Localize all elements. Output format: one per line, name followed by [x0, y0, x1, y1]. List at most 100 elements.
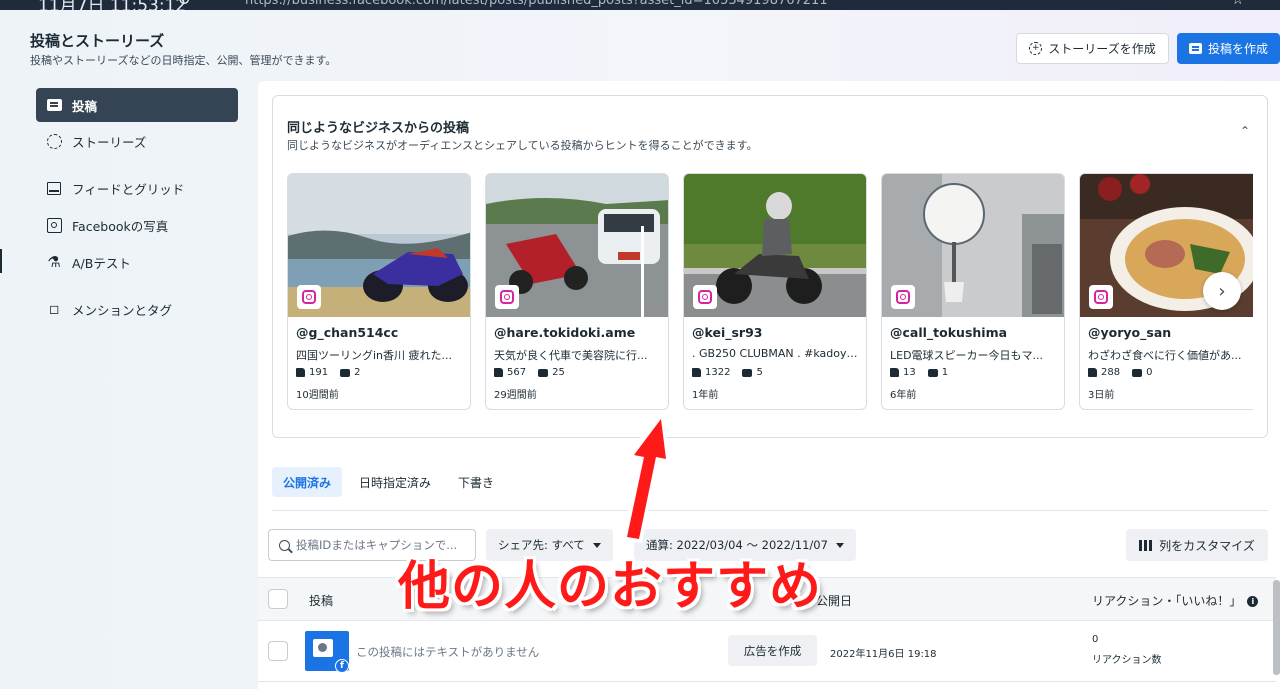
tabs-divider — [272, 510, 1268, 511]
row-reaction-label: リアクション数 — [1092, 655, 1162, 666]
like-icon — [692, 368, 701, 377]
bookmark-star-icon[interactable]: ☆ — [1231, 0, 1244, 8]
chevron-right-icon: › — [1218, 280, 1226, 302]
browser-toolbar: 11月7日 11:53:12 ↻ https://business.facebo… — [0, 0, 1280, 10]
like-icon — [890, 368, 899, 377]
instagram-icon — [891, 285, 915, 309]
sidebar-item-label: フィードとグリッド — [72, 181, 185, 197]
inspiration-post-card[interactable]: @call_tokushima LED電球スピーカー今日もマ... 13 1 6… — [881, 173, 1065, 410]
carousel-next-button[interactable]: › — [1203, 272, 1241, 310]
tag-icon: ◇ — [43, 298, 65, 320]
address-bar[interactable]: https://business.facebook.com/latest/pos… — [245, 0, 828, 8]
post-stats: 567 25 — [494, 367, 565, 378]
feed-icon — [46, 180, 62, 196]
info-icon[interactable]: i — [1247, 596, 1259, 607]
post-stats: 288 0 — [1088, 367, 1152, 378]
annotation-caption: 他の人のおすすめ — [398, 557, 823, 617]
row-published-date: 2022年11月6日 19:18 — [830, 649, 937, 660]
post-age: 1年前 — [692, 390, 719, 401]
facebook-icon: f — [335, 659, 349, 673]
comment-icon — [1132, 368, 1143, 377]
reload-icon[interactable]: ↻ — [176, 0, 192, 9]
comment-icon — [538, 368, 549, 377]
post-caption: . GB250 CLUBMAN . #kadoya ... — [692, 347, 860, 360]
comment-icon — [927, 368, 938, 377]
comment-count: 1 — [941, 367, 949, 378]
sidebar-item-label: Facebookの写真 — [72, 218, 169, 234]
inspiration-post-card[interactable]: @kei_sr93 . GB250 CLUBMAN . #kadoya ... … — [683, 173, 867, 410]
sidebar-item-label: メンションとタグ — [72, 302, 173, 318]
comment-count: 0 — [1146, 367, 1153, 378]
post-caption: 天気が良く代車で美容院に行... — [494, 349, 648, 362]
like-count: 567 — [507, 367, 527, 378]
post-username: @hare.tokidoki.ame — [494, 325, 636, 340]
story-plus-icon: + — [1029, 42, 1043, 55]
column-header-reactions[interactable]: リアクション・「いいね！」 i — [1092, 592, 1259, 609]
post-age: 10週間前 — [296, 390, 339, 401]
scrollbar-thumb[interactable] — [1273, 580, 1280, 675]
sidebar-item-posts[interactable]: 投稿 — [36, 88, 238, 122]
inspiration-post-card[interactable]: @g_chan514cc 四国ツーリングin香川 疲れた... 191 2 10… — [287, 173, 471, 410]
search-icon — [279, 539, 290, 551]
flask-icon: ⚗ — [47, 252, 61, 271]
post-username: @kei_sr93 — [692, 325, 763, 340]
sidebar-item-feed-grid[interactable]: フィードとグリッド — [36, 171, 238, 205]
carousel-edge — [1253, 173, 1267, 413]
post-caption: LED電球スピーカー今日もマ... — [890, 349, 1044, 362]
reactions-header-label: リアクション・「いいね！」 — [1092, 594, 1242, 608]
annotation-arrow — [622, 409, 670, 543]
post-icon — [1188, 43, 1202, 54]
select-all-checkbox[interactable] — [268, 589, 288, 609]
sidebar-item-label: ストーリーズ — [72, 134, 147, 150]
post-icon — [46, 97, 62, 113]
comment-icon — [340, 368, 351, 377]
comment-count: 2 — [354, 367, 361, 378]
like-count: 191 — [309, 367, 329, 378]
inspiration-post-card[interactable]: @hare.tokidoki.ame 天気が良く代車で美容院に行... 567 … — [485, 173, 669, 410]
photo-icon — [46, 217, 62, 233]
tab-scheduled[interactable]: 日時指定済み — [350, 467, 440, 497]
caret-down-icon — [835, 542, 844, 548]
comment-icon — [742, 368, 753, 377]
clock-text: 11月7日 11:53:12 — [38, 0, 187, 10]
instagram-icon — [297, 285, 321, 309]
post-stats: 13 1 — [890, 367, 948, 378]
image-icon — [313, 639, 333, 657]
post-username: @g_chan514cc — [296, 325, 399, 340]
sidebar-item-ab-test[interactable]: ⚗ A/Bテスト — [36, 245, 238, 279]
inspiration-subtitle: 同じようなビジネスがオーディエンスとシェアしている投稿からヒントを得ることができ… — [287, 139, 758, 152]
sidebar-item-facebook-photos[interactable]: Facebookの写真 — [36, 208, 238, 242]
like-count: 13 — [903, 367, 916, 378]
comment-count: 25 — [552, 367, 565, 378]
customize-columns-button[interactable]: 列をカスタマイズ — [1126, 529, 1268, 561]
sidebar-item-mentions-tags[interactable]: ◇ メンションとタグ — [36, 292, 238, 326]
post-age: 3日前 — [1088, 390, 1115, 401]
tab-drafts[interactable]: 下書き — [448, 467, 504, 497]
sidebar-edge-marker — [0, 249, 2, 273]
post-stats: 191 2 — [296, 367, 360, 378]
post-caption: 四国ツーリングin香川 疲れた... — [296, 349, 453, 362]
post-stats: 1322 5 — [692, 367, 763, 378]
story-icon — [46, 133, 62, 149]
row-divider — [258, 681, 1276, 682]
chevron-up-icon[interactable]: ⌃ — [1238, 124, 1252, 138]
post-username: @yoryo_san — [1088, 325, 1172, 340]
instagram-icon — [495, 285, 519, 309]
columns-icon — [1139, 539, 1153, 551]
row-checkbox[interactable] — [268, 641, 288, 661]
create-post-button[interactable]: 投稿を作成 — [1177, 33, 1280, 64]
post-caption: わざわざ食べに行く価値があ... — [1088, 349, 1242, 362]
tab-published[interactable]: 公開済み — [272, 467, 342, 497]
page-title: 投稿とストーリーズ — [30, 32, 165, 50]
like-icon — [1088, 368, 1097, 377]
instagram-icon — [1089, 285, 1113, 309]
sidebar-item-label: A/Bテスト — [72, 255, 131, 271]
sidebar-item-stories[interactable]: ストーリーズ — [36, 124, 238, 158]
create-story-label: ストーリーズを作成 — [1048, 42, 1156, 56]
column-header-post[interactable]: 投稿 — [309, 592, 333, 609]
instagram-icon — [693, 285, 717, 309]
row-post-text[interactable]: この投稿にはテキストがありません — [356, 644, 539, 660]
sidebar-item-label: 投稿 — [72, 98, 98, 114]
create-ad-button[interactable]: 広告を作成 — [728, 635, 817, 666]
create-story-button[interactable]: + ストーリーズを作成 — [1016, 33, 1169, 64]
